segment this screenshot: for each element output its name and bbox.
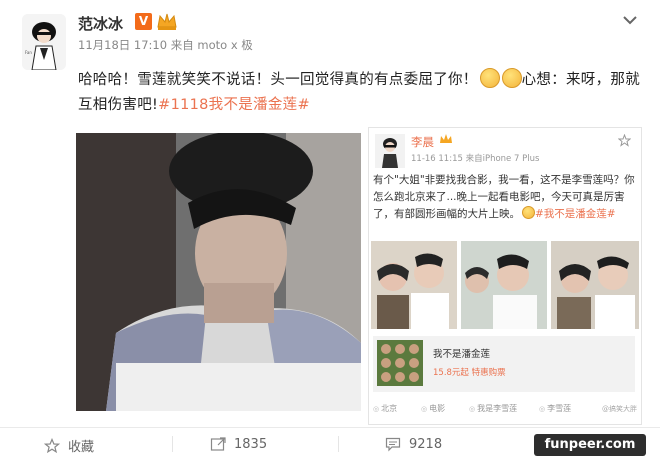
laugh-emoji-icon <box>479 68 500 88</box>
post-photo[interactable] <box>76 133 361 411</box>
post-text-main: 哈哈哈！雪莲就笑笑不说话！头一回觉得真的有点委屈了你！ <box>78 72 478 88</box>
repost-thumbnails <box>371 241 639 329</box>
movie-poster <box>377 340 423 386</box>
site-watermark-badge: funpeer.com <box>534 434 646 456</box>
comment-button[interactable]: 9218 <box>385 436 442 452</box>
repost-thumbnail[interactable] <box>461 241 547 329</box>
repost-username[interactable]: 李晨 <box>411 134 434 150</box>
avatar[interactable]: Fan <box>22 14 66 70</box>
movie-ticket-card[interactable]: 我不是潘金莲 15.8元起 特惠购票 <box>373 336 635 392</box>
laugh-emoji-icon <box>501 68 522 88</box>
action-separator <box>338 436 339 452</box>
star-icon[interactable] <box>618 134 631 147</box>
tag-lixuelian-2[interactable]: 李雪莲 <box>539 403 571 414</box>
repost-thumbnail[interactable] <box>551 241 639 329</box>
repost-location-tags: 北京 电影 我是李雪莲 李雪莲 <box>373 400 635 418</box>
divider <box>0 427 660 428</box>
post-hashtag[interactable]: #1118我不是潘金莲# <box>158 97 310 113</box>
tag-beijing[interactable]: 北京 <box>373 403 397 414</box>
crown-icon <box>440 134 452 143</box>
smile-emoji-icon <box>522 206 535 219</box>
tag-movie[interactable]: 电影 <box>421 403 445 414</box>
repost-avatar[interactable] <box>375 134 405 168</box>
repost-thumbnail[interactable] <box>371 241 457 329</box>
movie-card-title: 我不是潘金莲 <box>433 349 491 360</box>
repost-meta: 11-16 11:15 来自iPhone 7 Plus <box>411 154 540 164</box>
repost-hashtag[interactable]: #我不是潘金莲# <box>535 208 616 220</box>
tag-lixuelian-1[interactable]: 我是李雪莲 <box>469 403 517 414</box>
comment-count: 9218 <box>409 436 443 452</box>
action-separator <box>172 436 173 452</box>
repost-count: 1835 <box>234 436 268 452</box>
favorite-label: 收藏 <box>68 440 95 455</box>
post-text: 哈哈哈！雪莲就笑笑不说话！头一回觉得真的有点委屈了你！ 心想：来呀，那就互相伤害吧… <box>78 68 640 118</box>
comment-icon <box>385 437 401 452</box>
weibo-post: Fan 范冰冰 V 11月18日 17:10 来自 moto x 极 哈哈哈！雪… <box>0 0 660 458</box>
verified-badge-icon: V <box>135 13 152 30</box>
movie-card-price: 15.8元起 特惠购票 <box>433 368 506 378</box>
username[interactable]: 范冰冰 <box>78 13 123 34</box>
repost-button[interactable]: 1835 <box>210 436 267 452</box>
repost-icon <box>210 437 226 451</box>
repost-card[interactable]: 李晨 11-16 11:15 来自iPhone 7 Plus 有个"大姐"非要找… <box>368 127 642 425</box>
svg-text:Fan: Fan <box>25 50 32 55</box>
watermark: @搞笑大胖 <box>602 405 637 413</box>
favorite-button[interactable]: 收藏 <box>44 436 94 455</box>
chevron-down-icon[interactable] <box>622 14 638 26</box>
repost-text: 有个"大姐"非要找我合影，我一看，这不是李雪莲吗？你怎么跑北京来了...晚上一起… <box>373 172 635 223</box>
star-icon <box>44 437 60 453</box>
crown-icon <box>157 13 177 30</box>
post-meta: 11月18日 17:10 来自 moto x 极 <box>78 38 253 52</box>
